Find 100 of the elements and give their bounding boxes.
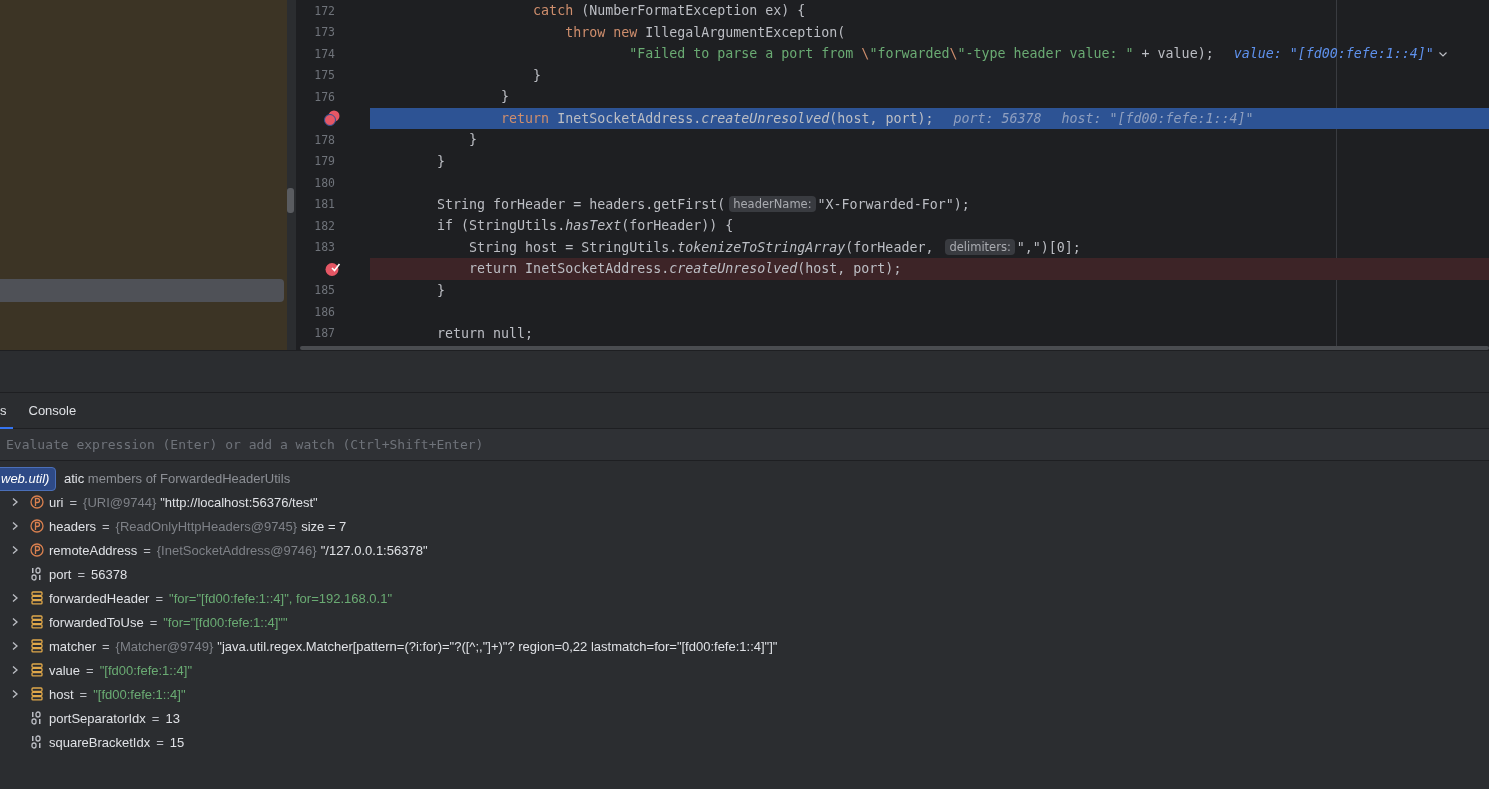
code-keyword: throw xyxy=(565,24,606,40)
scrollbar-thumb[interactable] xyxy=(300,346,1489,350)
variable-value: "[fd00:fefe:1::4]" xyxy=(93,686,186,702)
chevron-right-icon[interactable] xyxy=(11,521,19,531)
variable-value: 15 xyxy=(169,734,185,750)
code-text: (forHeader, xyxy=(845,239,935,255)
variable-name: headers xyxy=(49,518,96,534)
line-number: 172 xyxy=(314,3,335,18)
equals-sign: = xyxy=(69,494,78,510)
code-text: String forHeader = headers.getFirst( xyxy=(437,196,726,212)
equals-sign: = xyxy=(143,542,151,558)
variable-name: uri xyxy=(49,494,64,510)
code-text: if (StringUtils. xyxy=(437,218,566,234)
code-text: (forHeader)) { xyxy=(621,218,734,234)
code-keyword: return xyxy=(501,110,550,126)
code-text: InetSocketAddress. xyxy=(557,110,702,126)
code-text: (host, port); xyxy=(829,110,934,126)
equals-sign: = xyxy=(102,518,110,534)
tooltip: web.util) xyxy=(0,467,57,491)
variable-value: "for="[fd00:fefe:1::4]", for=192.168.0.1" xyxy=(169,590,393,606)
chevron-right-icon[interactable] xyxy=(11,593,19,603)
code-text: "X-Forwarded-For"); xyxy=(817,196,970,212)
line-number: 178 xyxy=(314,132,335,147)
line-number: 186 xyxy=(314,304,335,319)
static-members-label[interactable]: atic members of ForwardedHeaderUtils xyxy=(64,470,291,486)
variable-value: "java.util.regex.Matcher[pattern=(?i:for)="?([^;,"]+)"? region=0,22 lastmatch=for="[fd00:fefe:1::4]"]" xyxy=(217,638,778,654)
breakpoint-icon[interactable] xyxy=(325,260,341,277)
variable-type: {Matcher@9749} xyxy=(115,638,214,654)
line-number: 175 xyxy=(314,68,335,83)
equals-sign: = xyxy=(79,686,88,702)
variable-name: port xyxy=(49,566,72,582)
code-keyword: catch xyxy=(533,3,574,19)
variable-name: squareBracketIdx xyxy=(49,734,151,750)
code-keyword: new xyxy=(613,24,638,40)
code-text: } xyxy=(533,67,542,83)
string-literal: "forwarded xyxy=(869,46,950,62)
line-number: 187 xyxy=(314,326,335,341)
equals-sign: = xyxy=(155,590,164,606)
variable-value: "[fd00:fefe:1::4]" xyxy=(99,662,193,678)
code-text: return InetSocketAddress. xyxy=(469,261,670,277)
code-text: IllegalArgumentException( xyxy=(645,24,846,40)
variable-value: "/127.0.0.1:56378" xyxy=(320,542,428,558)
line-number: 173 xyxy=(314,25,335,40)
variable-type: {ReadOnlyHttpHeaders@9745} xyxy=(115,518,298,534)
line-number: 182 xyxy=(314,218,335,233)
variable-value: "for="[fd00:fefe:1::4]"" xyxy=(163,614,288,630)
code-text: } xyxy=(469,132,478,148)
code-text: + value); xyxy=(1141,46,1214,62)
evaluate-field[interactable]: Evaluate expression (Enter) or add a watch (Ctrl+Shift+Enter) xyxy=(0,429,1489,461)
variable-name: forwardedToUse xyxy=(49,614,144,630)
equals-sign: = xyxy=(101,638,110,654)
variable-value: size = 7 xyxy=(301,518,347,534)
parameter-hint: headerName: xyxy=(729,196,816,213)
code-text: (host, port); xyxy=(797,261,902,277)
chevron-right-icon[interactable] xyxy=(11,665,19,675)
variable-name: value xyxy=(49,662,81,678)
equals-sign: = xyxy=(151,710,160,726)
string-literal: "-type header value: " xyxy=(957,46,1134,62)
chevron-right-icon[interactable] xyxy=(11,689,19,699)
inline-value: value: "[fd00:fefe:1::4]" xyxy=(1233,46,1434,62)
line-number: 176 xyxy=(314,89,335,104)
scrollbar-thumb[interactable] xyxy=(287,188,294,213)
variable-name: host xyxy=(49,686,74,702)
line-number: 180 xyxy=(314,175,335,190)
variable-name: portSeparatorIdx xyxy=(49,710,146,726)
inline-value: host: "[fd00:fefe:1::4]" xyxy=(1061,110,1254,126)
method-name: createUnresolved xyxy=(669,261,798,277)
equals-sign: = xyxy=(149,614,158,630)
code-text: ",")[0]; xyxy=(1016,239,1081,255)
line-number: 174 xyxy=(314,46,335,61)
code-text: return null; xyxy=(437,325,534,341)
code-text: } xyxy=(437,153,446,169)
escape-char: \ xyxy=(861,46,870,62)
code-text: } xyxy=(501,89,510,105)
code-text: String host = StringUtils. xyxy=(469,239,678,255)
panel-tab[interactable]: Console xyxy=(24,393,85,429)
method-name: createUnresolved xyxy=(701,110,830,126)
variable-type: {URI@9744} xyxy=(83,494,157,510)
method-name: tokenizeToStringArray xyxy=(677,239,846,255)
code-text: } xyxy=(437,282,446,298)
equals-sign: = xyxy=(156,734,164,750)
string-literal: "Failed to parse a port from xyxy=(629,46,855,62)
equals-sign: = xyxy=(77,566,85,582)
inline-value: port: 56378 xyxy=(953,110,1042,126)
line-number: 185 xyxy=(314,283,335,298)
variable-type: {InetSocketAddress@9746} xyxy=(156,542,317,558)
chevron-right-icon[interactable] xyxy=(11,617,19,627)
chevron-right-icon[interactable] xyxy=(11,545,19,555)
variable-name: matcher xyxy=(49,638,96,654)
escape-char: \ xyxy=(949,46,958,62)
method-name: hasText xyxy=(565,218,622,234)
variable-name: forwardedHeader xyxy=(49,590,150,606)
variable-name: remoteAddress xyxy=(49,542,138,558)
line-number: 183 xyxy=(314,240,335,255)
equals-sign: = xyxy=(86,662,94,678)
parameter-hint: delimiters: xyxy=(945,239,1015,256)
chevron-right-icon[interactable] xyxy=(11,641,19,651)
variable-value: 13 xyxy=(165,710,180,726)
code-text: (NumberFormatException ex) { xyxy=(581,3,806,19)
chevron-right-icon[interactable] xyxy=(11,497,19,507)
